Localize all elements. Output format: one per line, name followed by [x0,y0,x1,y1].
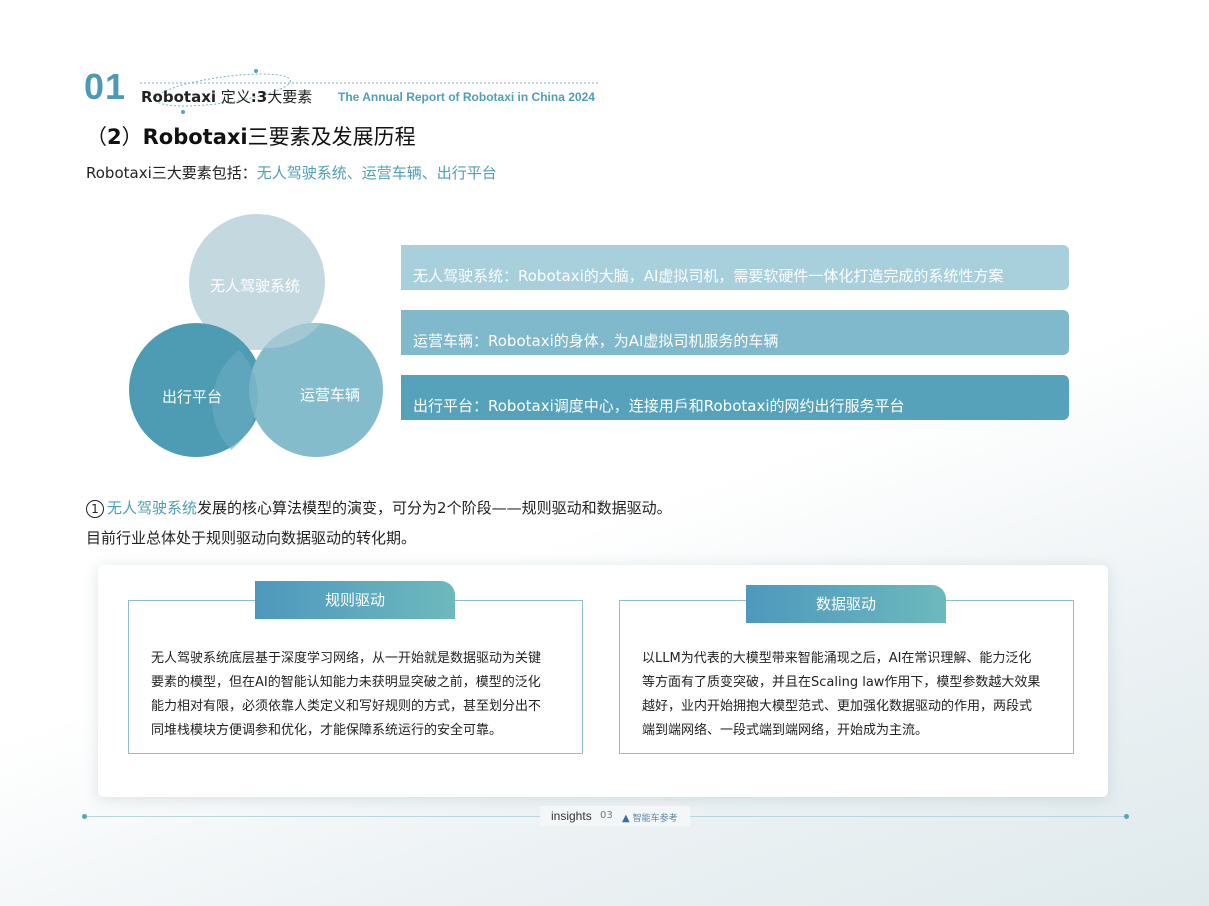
section-heading: （2）Robotaxi三要素及发展历程 [86,125,416,149]
element-bar-vehicle: 运营车辆：Robotaxi的身体，为AI虚拟司机服务的车辆 [401,310,1069,355]
logo-icon: ▲ [622,813,630,824]
data-driven-text: 以LLM为代表的大模型带来智能涌现之后，AI在常识理解、能力泛化 等方面有了质变… [642,651,1041,738]
footer-brand: insights [551,809,592,823]
data-driven-box: 数据驱动 以LLM为代表的大模型带来智能涌现之后，AI在常识理解、能力泛化 等方… [619,585,1074,754]
footer-dot-right [1124,814,1129,819]
footer-page-number: 03 [600,810,613,821]
data-driven-title: 数据驱动 [746,585,946,623]
rule-driven-title: 规则驱动 [255,581,455,619]
intro-text: Robotaxi三大要素包括：无人驾驶系统、运营车辆、出行平台 [86,164,497,182]
venn-label-platform: 出行平台 [162,388,223,406]
venn-label-driving-system: 无人驾驶系统 [210,277,301,295]
element-bar-platform: 出行平台：Robotaxi调度中心，连接用戶和Robotaxi的网约出行服务平台 [401,375,1069,420]
footer-dot-left [82,814,87,819]
venn-circles [129,214,383,457]
venn-diagram: 无人驾驶系统 出行平台 运营车辆 [120,210,400,470]
section-number: 01 [84,66,127,107]
header-subtitle: The Annual Report of Robotaxi in China 2… [338,90,595,104]
header-title: Robotaxi 定义:3大要素 [141,88,313,106]
rule-driven-text: 无人驾驶系统底层基于深度学习网络，从一开始就是数据驱动为关键 要素的模型，但在A… [151,651,542,738]
venn-label-vehicle: 运营车辆 [300,386,361,404]
rule-driven-box: 规则驱动 无人驾驶系统底层基于深度学习网络，从一开始就是数据驱动为关键 要素的模… [128,581,583,754]
footer-logo: ▲ 智能车参考 [622,813,678,824]
paragraph-transition: 目前行业总体处于规则驱动向数据驱动的转化期。 [86,529,417,547]
element-bar-driving-system: 无人驾驶系统：Robotaxi的大脑，AI虚拟司机，需要软硬件一体化打造完成的系… [401,245,1069,290]
circled-number: 1 [86,500,104,518]
stages-card: 规则驱动 无人驾驶系统底层基于深度学习网络，从一开始就是数据驱动为关键 要素的模… [98,565,1108,797]
paragraph-evolution: 1 无人驾驶系统发展的核心算法模型的演变，可分为2个阶段——规则驱动和数据驱动。 [86,497,672,518]
